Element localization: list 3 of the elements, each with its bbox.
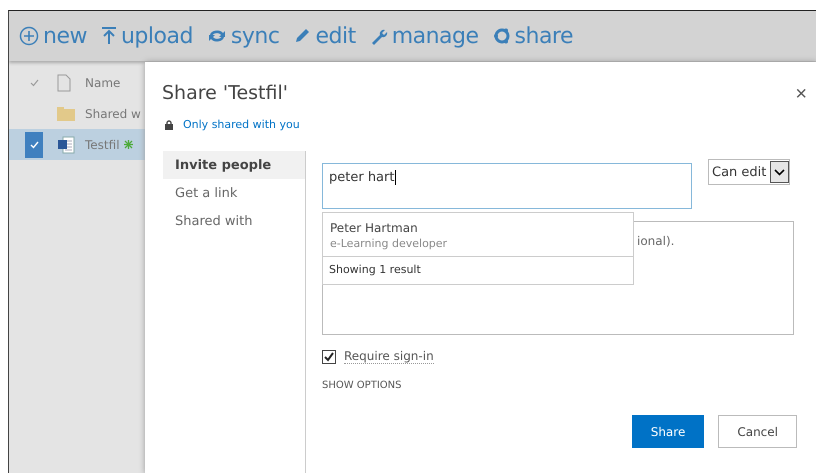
- person-job-title: e-Learning developer: [330, 237, 448, 250]
- result-count: Showing 1 result: [328, 262, 422, 278]
- dialog-title: Share 'Testfil': [162, 82, 288, 106]
